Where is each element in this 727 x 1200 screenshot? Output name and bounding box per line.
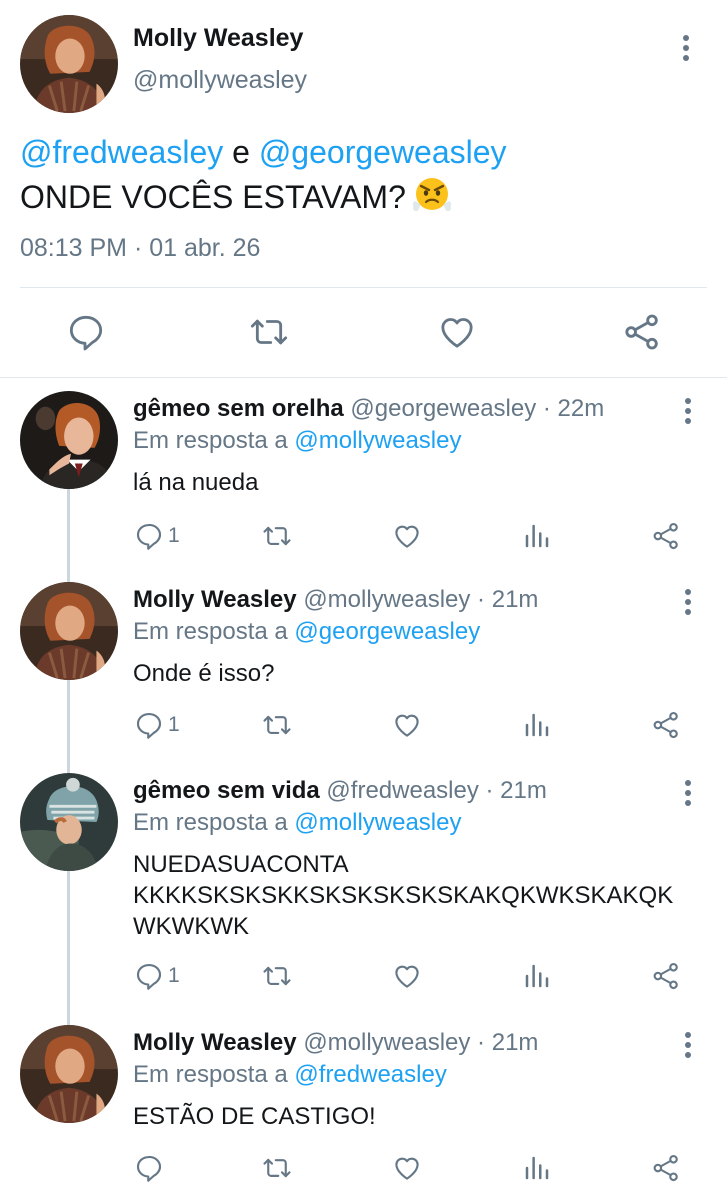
share-icon[interactable] xyxy=(651,710,681,740)
analytics-icon[interactable] xyxy=(522,521,552,551)
divider xyxy=(20,287,707,288)
reply-text-line: KKKKSKSKSKKSKSKSKSKSKAKQKWKSKAKQK xyxy=(133,882,674,909)
angry-face-emoji-icon xyxy=(412,174,452,214)
author-handle[interactable]: @mollyweasley xyxy=(133,66,307,95)
retweet-icon[interactable] xyxy=(262,710,292,740)
reply-header: Molly Weasley @mollyweasley · 21m xyxy=(133,1029,538,1057)
reply-text-line: lá na nueda xyxy=(133,469,259,496)
reply-text-line: ESTÃO DE CASTIGO! xyxy=(133,1103,376,1130)
in-reply-to: Em resposta a @mollyweasley xyxy=(133,427,461,455)
mention-link[interactable]: @fredweasley xyxy=(20,134,223,170)
reply-text: Onde é isso? xyxy=(133,658,274,689)
author-name[interactable]: gêmeo sem vida xyxy=(133,777,320,804)
analytics-icon[interactable] xyxy=(522,961,552,991)
in-reply-to-label: Em resposta a xyxy=(133,618,288,645)
tweet-timestamp[interactable]: 08:13 PM · 01 abr. 26 xyxy=(20,234,260,263)
author-handle-time[interactable]: @fredweasley · 21m xyxy=(326,777,546,804)
retweet-icon[interactable] xyxy=(262,961,292,991)
divider xyxy=(0,377,727,378)
reply-icon[interactable] xyxy=(134,710,164,740)
mention-link[interactable]: @georgeweasley xyxy=(259,134,507,170)
reply-icon[interactable] xyxy=(134,961,164,991)
more-options-icon[interactable] xyxy=(680,586,696,618)
reply-text-line: WKWKWK xyxy=(133,913,249,940)
in-reply-to-label: Em resposta a xyxy=(133,1061,288,1088)
reply-text-line: Onde é isso? xyxy=(133,660,275,687)
reply-header: Molly Weasley @mollyweasley · 21m xyxy=(133,586,538,614)
conjunction-text: e xyxy=(232,134,250,170)
main-tweet: Molly Weasley @mollyweasley @fredweasley… xyxy=(0,0,727,378)
reply-count: 1 xyxy=(168,964,180,987)
reply-text: ESTÃO DE CASTIGO! xyxy=(133,1101,376,1132)
like-icon[interactable] xyxy=(392,961,422,991)
in-reply-to-label: Em resposta a xyxy=(133,809,288,836)
analytics-icon[interactable] xyxy=(522,710,552,740)
reply-count: 1 xyxy=(168,713,180,736)
author-handle-time[interactable]: @mollyweasley · 21m xyxy=(303,1029,538,1056)
author-name[interactable]: Molly Weasley xyxy=(133,1029,297,1056)
share-icon[interactable] xyxy=(651,1153,681,1183)
author-name[interactable]: Molly Weasley xyxy=(133,586,297,613)
avatar[interactable] xyxy=(20,15,118,113)
reply-text-line: NUEDASUACONTA xyxy=(133,851,349,878)
mention-link[interactable]: @fredweasley xyxy=(294,1061,446,1088)
avatar[interactable] xyxy=(20,773,118,871)
reply-text: lá na nueda xyxy=(133,467,258,498)
retweet-icon[interactable] xyxy=(249,312,289,352)
author-name[interactable]: gêmeo sem orelha xyxy=(133,395,344,422)
reply-icon[interactable] xyxy=(134,1153,164,1183)
share-icon[interactable] xyxy=(651,521,681,551)
reply-icon[interactable] xyxy=(134,521,164,551)
tweet-body: ONDE VOCÊS ESTAVAM? xyxy=(20,179,406,215)
like-icon[interactable] xyxy=(392,521,422,551)
reply-text: NUEDASUACONTA KKKKSKSKSKKSKSKSKSKSKAKQKW… xyxy=(133,849,673,942)
avatar[interactable] xyxy=(20,391,118,489)
like-icon[interactable] xyxy=(437,312,477,352)
more-options-icon[interactable] xyxy=(680,777,696,809)
tweet-text: @fredweasley e @georgeweasley ONDE VOCÊS… xyxy=(20,130,507,219)
avatar[interactable] xyxy=(20,1025,118,1123)
share-icon[interactable] xyxy=(651,961,681,991)
analytics-icon[interactable] xyxy=(522,1153,552,1183)
reply-count: 1 xyxy=(168,524,180,547)
like-icon[interactable] xyxy=(392,710,422,740)
more-options-icon[interactable] xyxy=(678,32,694,64)
avatar[interactable] xyxy=(20,582,118,680)
in-reply-to-label: Em resposta a xyxy=(133,427,288,454)
share-icon[interactable] xyxy=(622,312,662,352)
reply-tweet[interactable]: gêmeo sem orelha @georgeweasley · 22m Em… xyxy=(0,379,727,569)
retweet-icon[interactable] xyxy=(262,521,292,551)
reply-tweet[interactable]: Molly Weasley @mollyweasley · 21m Em res… xyxy=(0,570,727,760)
reply-header: gêmeo sem vida @fredweasley · 21m xyxy=(133,777,547,805)
in-reply-to: Em resposta a @fredweasley xyxy=(133,1061,447,1089)
in-reply-to: Em resposta a @georgeweasley xyxy=(133,618,480,646)
in-reply-to: Em resposta a @mollyweasley xyxy=(133,809,461,837)
reply-tweet[interactable]: Molly Weasley @mollyweasley · 21m Em res… xyxy=(0,1013,727,1200)
author-handle-time[interactable]: @mollyweasley · 21m xyxy=(303,586,538,613)
reply-header: gêmeo sem orelha @georgeweasley · 22m xyxy=(133,395,604,423)
more-options-icon[interactable] xyxy=(680,1029,696,1061)
mention-link[interactable]: @georgeweasley xyxy=(294,618,480,645)
mention-link[interactable]: @mollyweasley xyxy=(294,809,461,836)
retweet-icon[interactable] xyxy=(262,1153,292,1183)
author-handle-time[interactable]: @georgeweasley · 22m xyxy=(350,395,604,422)
like-icon[interactable] xyxy=(392,1153,422,1183)
mention-link[interactable]: @mollyweasley xyxy=(294,427,461,454)
reply-tweet[interactable]: gêmeo sem vida @fredweasley · 21m Em res… xyxy=(0,761,727,1014)
author-name[interactable]: Molly Weasley xyxy=(133,24,303,53)
reply-icon[interactable] xyxy=(66,312,106,352)
more-options-icon[interactable] xyxy=(680,395,696,427)
